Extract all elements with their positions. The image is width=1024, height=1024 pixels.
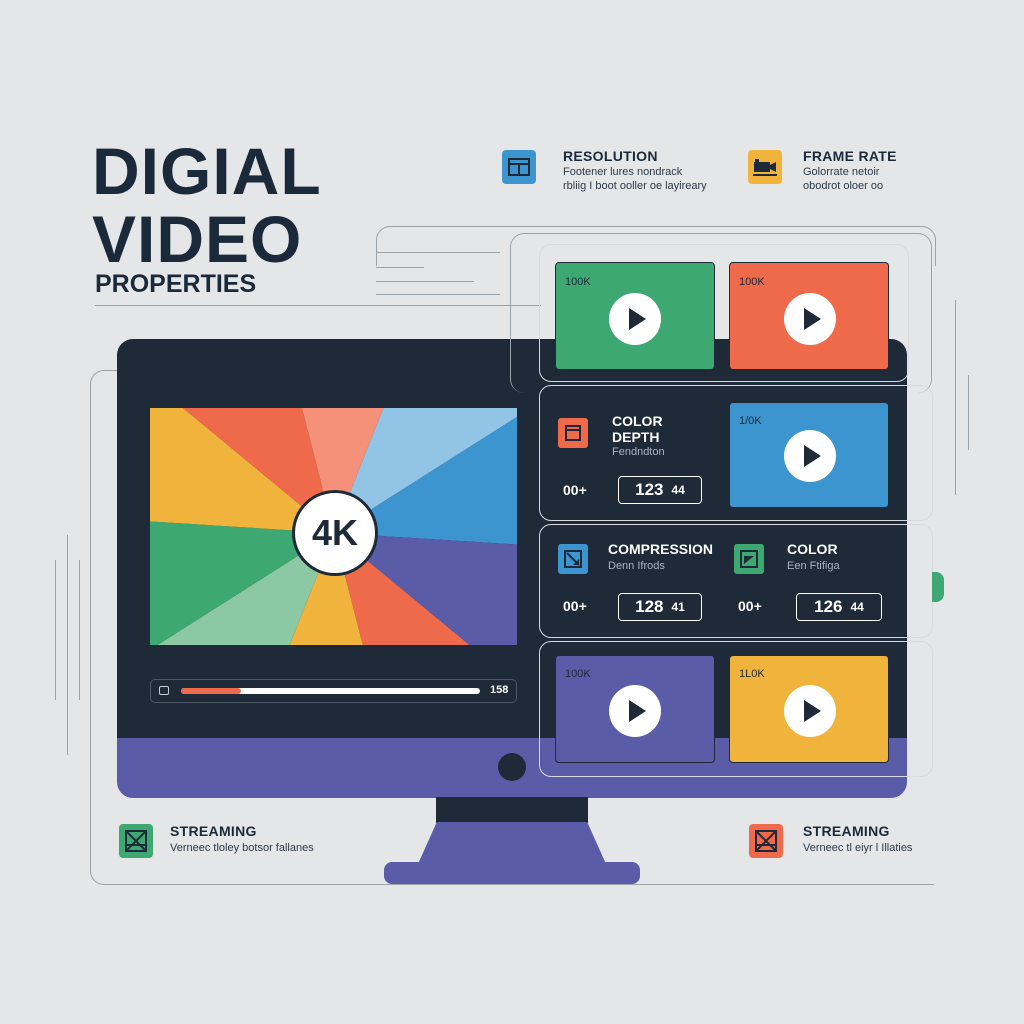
color-sub: Een Ftifiga [787,560,840,572]
color-value-box: 126 44 [796,593,882,621]
thumbnail-label: 100K [565,276,591,288]
legend-resolution-title: RESOLUTION [563,148,658,164]
resolution-badge: 4K [292,490,378,576]
title-line-1: DIGIAL [92,134,322,208]
deco-line [55,560,56,700]
deco-line [67,535,68,755]
streaming-desc-left: Verneec tloley botsor fallanes [170,842,314,854]
deco-line [79,560,80,700]
thumbnail-label: 100K [739,276,765,288]
compression-title: COMPRESSION [608,541,714,557]
deco-line [968,375,969,450]
monitor-neck [436,797,588,823]
image-icon [734,544,764,574]
legend-frame-rate-title: FRAME RATE [803,148,897,164]
color-depth-value: 123 [635,480,664,499]
thumbnail-label: 1/0K [739,415,762,427]
title-line-3: PROPERTIES [95,270,257,298]
streaming-desc-right: Verneec tl eiyr l Illaties [803,842,913,854]
play-icon[interactable] [784,685,836,737]
monitor-base [384,862,640,884]
compression-value: 128 [635,597,664,616]
title-line-2: VIDEO [92,202,303,276]
box-icon [558,418,588,448]
divider-line [95,305,541,306]
color-title: COLOR [787,541,838,557]
play-icon[interactable] [784,293,836,345]
divider-line [376,267,424,268]
deco-line [955,300,956,495]
monitor-stand [418,822,606,864]
color-depth-title-2: DEPTH [612,429,660,445]
legend-resolution-desc-2: rbliig I boot ooller oe layireary [563,180,707,192]
color-depth-sub: Fendndton [612,446,665,458]
compress-icon [558,544,588,574]
frame-icon [748,150,782,184]
legend-frame-rate-desc-2: obodrot oloer oo [803,180,884,192]
thumbnail-label: 1L0K [739,668,765,680]
thumbnail-label: 100K [565,668,591,680]
compression-left-value: 00+ [563,598,587,614]
play-icon[interactable] [609,685,661,737]
color-depth-title-1: COLOR [612,413,663,429]
side-tab[interactable] [932,572,944,602]
streaming-icon [749,824,783,858]
streaming-title-right: STREAMING [803,823,890,839]
monitor-camera [498,753,526,781]
compression-sub: Denn Ifrods [608,560,665,572]
compression-value-box: 128 41 [618,593,702,621]
color-value: 126 [814,597,843,616]
window-icon [502,150,536,184]
bottom-rule [536,884,934,885]
legend-frame-rate-desc-1: Golorrate netoir [803,166,880,178]
progress-time: 158 [490,684,509,696]
progress-fill [181,688,241,694]
divider-line [376,294,500,295]
legend-resolution-desc-1: Footener lures nondrack [563,166,683,178]
color-depth-left-value: 00+ [563,482,587,498]
compression-unit: 41 [671,600,685,614]
play-control-icon[interactable] [159,686,169,695]
play-icon[interactable] [784,430,836,482]
streaming-icon [119,824,153,858]
divider-line [376,281,474,282]
color-depth-value-box: 123 44 [618,476,702,504]
color-depth-unit: 44 [671,483,685,497]
color-unit: 44 [850,600,864,614]
color-left-value: 00+ [738,598,762,614]
streaming-title-left: STREAMING [170,823,257,839]
play-icon[interactable] [609,293,661,345]
